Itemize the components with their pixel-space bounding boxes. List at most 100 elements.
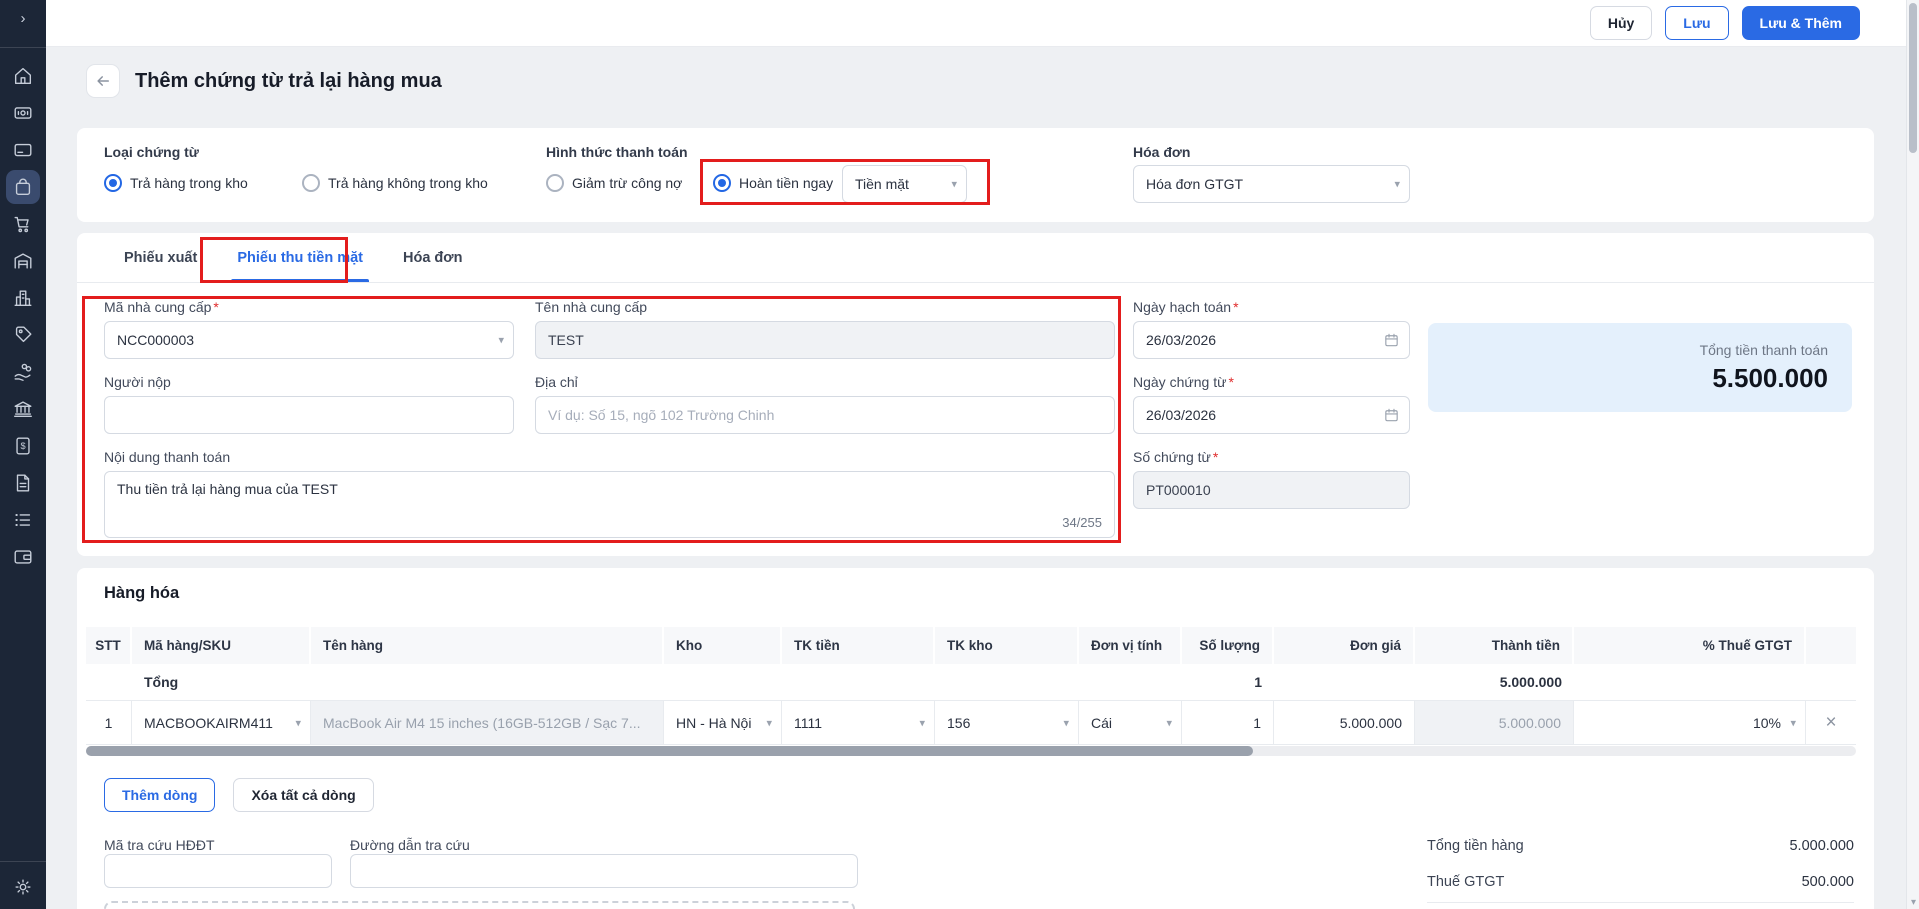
tab-hoa-don[interactable]: Hóa đơn <box>383 233 482 282</box>
row-unit-select[interactable]: Cái▾ <box>1079 701 1182 744</box>
payment-method-select[interactable]: Tiền mặt ▾ <box>842 165 967 203</box>
payment-content-label: Nội dung thanh toán <box>104 449 230 465</box>
receipt-card: Phiếu xuất Phiếu thu tiền mặt Hóa đơn Mã… <box>77 233 1874 556</box>
posting-date-wrap <box>1133 321 1410 359</box>
lookup-code-field[interactable] <box>104 854 332 888</box>
doc-date-field[interactable] <box>1133 396 1410 434</box>
doc-options-card: Loại chứng từ Trả hàng trong kho Trả hàn… <box>77 128 1874 222</box>
items-section-title: Hàng hóa <box>104 584 179 603</box>
radio-label: Giảm trừ công nợ <box>572 175 682 191</box>
sidebar-item-list[interactable] <box>6 503 40 537</box>
col-warehouse: Kho <box>664 627 782 664</box>
row-stt: 1 <box>86 701 132 744</box>
chevron-down-icon: ▾ <box>766 716 772 729</box>
radio-return-in-stock[interactable]: Trả hàng trong kho <box>104 174 248 192</box>
arrow-left-icon <box>94 72 112 90</box>
invoice-type-value: Hóa đơn GTGT <box>1146 176 1243 192</box>
row-amount: 5.000.000 <box>1415 701 1574 744</box>
col-unit: Đơn vị tính <box>1079 627 1182 664</box>
doc-no-field[interactable] <box>1133 471 1410 509</box>
chevron-down-icon: ▾ <box>1166 716 1172 729</box>
total-payment-value: 5.500.000 <box>1428 363 1828 394</box>
payment-content-field[interactable]: Thu tiền trả lại hàng mua của TEST <box>105 472 1114 537</box>
row-name: MacBook Air M4 15 inches (16GB-512GB / S… <box>311 701 664 744</box>
radio-return-not-in-stock[interactable]: Trả hàng không trong kho <box>302 174 488 192</box>
save-button[interactable]: Lưu <box>1665 6 1728 40</box>
doc-date-label: Ngày chứng từ* <box>1133 374 1234 390</box>
sidebar-item-purchase[interactable] <box>6 170 40 204</box>
collapse-chevron-icon[interactable]: › <box>0 10 46 27</box>
row-stock-account-select[interactable]: 156▾ <box>935 701 1079 744</box>
invoice-type-select[interactable]: Hóa đơn GTGT ▾ <box>1133 165 1410 203</box>
wallet-icon <box>12 546 34 568</box>
col-stt: STT <box>86 627 132 664</box>
sidebar-item-hand-coin[interactable] <box>6 355 40 389</box>
sidebar-item-labeler[interactable] <box>6 318 40 352</box>
radio-off-icon <box>302 174 320 192</box>
posting-date-field[interactable] <box>1133 321 1410 359</box>
radio-debt-deduction[interactable]: Giảm trừ công nợ <box>546 174 682 192</box>
save-and-add-button[interactable]: Lưu & Thêm <box>1742 6 1860 40</box>
lookup-url-field[interactable] <box>350 854 858 888</box>
supplier-code-label: Mã nhà cung cấp* <box>104 299 219 315</box>
sidebar-item-bank[interactable] <box>6 392 40 426</box>
scrollbar-thumb[interactable] <box>1909 3 1917 153</box>
summary-row: Tổng 1 5.000.000 <box>86 664 1856 701</box>
tab-phieu-xuat[interactable]: Phiếu xuất <box>104 233 217 282</box>
row-price-field[interactable]: 5.000.000 <box>1274 701 1415 744</box>
attachment-dropzone <box>104 901 855 909</box>
items-table: STT Mã hàng/SKU Tên hàng Kho TK tiền TK … <box>86 627 1856 745</box>
sidebar: › $ <box>0 0 46 909</box>
clear-rows-button[interactable]: Xóa tất cả dòng <box>233 778 373 812</box>
chevron-down-icon: ▾ <box>1063 716 1069 729</box>
invoice-label: Hóa đơn <box>1133 144 1190 160</box>
bag-icon <box>12 176 34 198</box>
radio-on-icon <box>104 174 122 192</box>
back-button[interactable] <box>86 64 120 98</box>
radio-refund-now[interactable]: Hoàn tiền ngay <box>713 174 833 192</box>
summary-label: Tổng <box>132 664 311 700</box>
company-icon <box>12 287 34 309</box>
row-sku-select[interactable]: MACBOOKAIRM411▾ <box>132 701 311 744</box>
row-tax-select[interactable]: 10%▾ <box>1574 701 1806 744</box>
sidebar-item-document[interactable] <box>6 466 40 500</box>
sidebar-item-invoice[interactable]: $ <box>6 429 40 463</box>
sidebar-item-settings[interactable] <box>6 870 40 904</box>
bank-icon <box>12 398 34 420</box>
row-warehouse-select[interactable]: HN - Hà Nội▾ <box>664 701 782 744</box>
page-vertical-scrollbar[interactable]: ▾ <box>1906 0 1919 909</box>
sidebar-item-home[interactable] <box>6 59 40 93</box>
sidebar-item-warehouse[interactable] <box>6 244 40 278</box>
col-name: Tên hàng <box>311 627 664 664</box>
topbar: Hủy Lưu Lưu & Thêm <box>46 0 1906 47</box>
supplier-code-select[interactable]: NCC000003 ▾ <box>104 321 514 359</box>
payment-method-value: Tiền mặt <box>855 176 909 192</box>
payer-label: Người nộp <box>104 374 171 390</box>
calendar-icon[interactable] <box>1383 407 1400 424</box>
row-qty-field[interactable]: 1 <box>1182 701 1274 744</box>
scrollbar-thumb[interactable] <box>86 746 1253 756</box>
table-horizontal-scrollbar[interactable] <box>86 746 1856 756</box>
delete-row-icon[interactable]: × <box>1825 713 1836 732</box>
address-field[interactable] <box>535 396 1115 434</box>
sidebar-item-card[interactable] <box>6 133 40 167</box>
supplier-name-field[interactable] <box>535 321 1115 359</box>
chevron-down-icon: ▾ <box>498 334 504 347</box>
scrollbar-down-arrow[interactable]: ▾ <box>1907 897 1919 908</box>
sidebar-item-company[interactable] <box>6 281 40 315</box>
add-row-button[interactable]: Thêm dòng <box>104 778 215 812</box>
doc-date-wrap <box>1133 396 1410 434</box>
row-cash-account-select[interactable]: 1111▾ <box>782 701 935 744</box>
totals-panel: Tổng tiền hàng 5.000.000 Thuế GTGT 500.0… <box>1427 828 1854 903</box>
radio-label: Trả hàng không trong kho <box>328 175 488 191</box>
sidebar-item-wallet[interactable] <box>6 540 40 574</box>
summary-qty: 1 <box>1182 664 1274 700</box>
items-card: Hàng hóa STT Mã hàng/SKU Tên hàng Kho TK… <box>77 568 1874 909</box>
tab-phieu-thu-tien-mat[interactable]: Phiếu thu tiền mặt <box>217 233 383 282</box>
sidebar-item-sales[interactable] <box>6 207 40 241</box>
payer-field[interactable] <box>104 396 514 434</box>
cancel-button[interactable]: Hủy <box>1590 6 1652 40</box>
doc-type-label: Loại chứng từ <box>104 144 199 160</box>
sidebar-item-cash-register[interactable] <box>6 96 40 130</box>
calendar-icon[interactable] <box>1383 332 1400 349</box>
